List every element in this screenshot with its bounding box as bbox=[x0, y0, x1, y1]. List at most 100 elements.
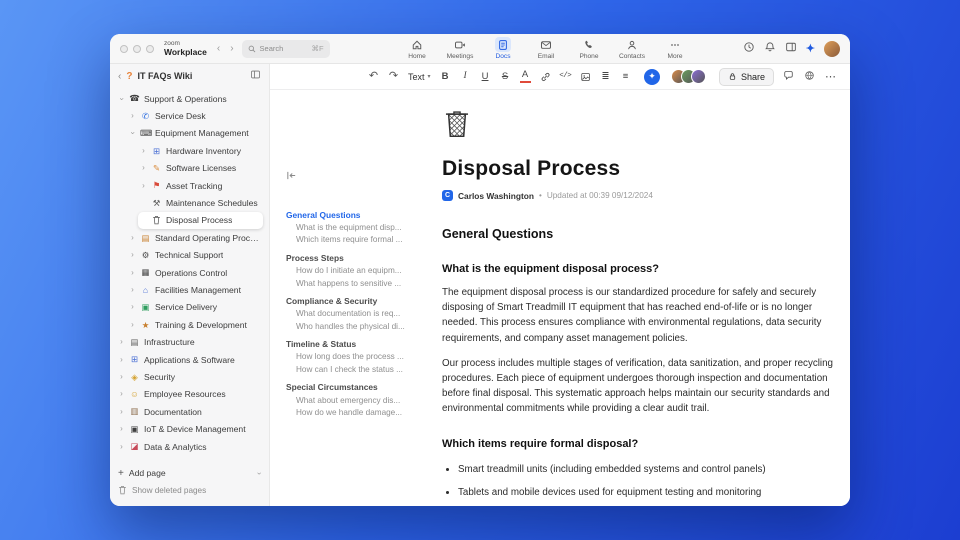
chevron-down-icon[interactable]: › bbox=[129, 130, 138, 137]
text-color-button[interactable]: A bbox=[519, 70, 531, 83]
nav-docs[interactable]: Docs bbox=[484, 37, 522, 60]
chevron-right-icon[interactable]: › bbox=[118, 355, 125, 364]
sidebar-item-facilities-management[interactable]: › ⌂ Facilities Management bbox=[127, 281, 263, 298]
chevron-right-icon[interactable]: › bbox=[129, 251, 136, 259]
comment-icon[interactable] bbox=[783, 70, 794, 84]
chevron-right-icon[interactable]: › bbox=[129, 303, 136, 311]
more-options-icon[interactable]: ⋯ bbox=[825, 70, 836, 83]
new-sparkle-icon[interactable]: ✦ bbox=[806, 42, 815, 55]
sidebar-item-operations-control[interactable]: › ▦ Operations Control bbox=[127, 264, 263, 281]
nav-home[interactable]: Home bbox=[398, 37, 436, 60]
chevron-right-icon[interactable]: › bbox=[118, 338, 125, 346]
chevron-right-icon[interactable]: › bbox=[118, 442, 125, 451]
sidebar-item-data-analytics[interactable]: › ◪ Data & Analytics bbox=[116, 438, 263, 455]
collapse-sidebar-icon[interactable] bbox=[250, 67, 261, 85]
code-icon[interactable]: </> bbox=[559, 72, 572, 81]
nav-email[interactable]: Email bbox=[527, 37, 565, 60]
link-icon[interactable] bbox=[540, 71, 551, 83]
add-page-button[interactable]: + Add page › bbox=[118, 464, 264, 482]
chevron-right-icon[interactable]: › bbox=[118, 425, 125, 433]
toc-item-which-items-require-formal[interactable]: Which items require formal ... bbox=[286, 234, 438, 247]
user-avatar[interactable] bbox=[824, 40, 840, 57]
undo-icon[interactable]: ↶ bbox=[368, 71, 379, 82]
sidebar-item-infrastructure[interactable]: › ▤ Infrastructure bbox=[116, 333, 263, 350]
underline-button[interactable]: U bbox=[480, 72, 491, 82]
chevron-down-icon[interactable]: › bbox=[255, 472, 264, 475]
toc-item-timeline-status[interactable]: Timeline & Status bbox=[286, 338, 438, 351]
strikethrough-button[interactable]: S bbox=[500, 72, 511, 82]
sidebar-item-maintenance-schedules[interactable]: ⚒ Maintenance Schedules bbox=[138, 194, 263, 211]
nav-more[interactable]: More bbox=[656, 37, 694, 60]
align-icon[interactable]: ≡ bbox=[620, 72, 631, 82]
sidebar-item-disposal-process[interactable]: Disposal Process bbox=[138, 211, 263, 230]
show-deleted-pages-button[interactable]: Show deleted pages bbox=[118, 482, 261, 498]
chevron-down-icon[interactable]: › bbox=[118, 95, 127, 102]
sidebar-item-service-desk[interactable]: › ✆ Service Desk bbox=[127, 107, 263, 124]
close-window-icon[interactable] bbox=[120, 44, 128, 53]
nav-contacts[interactable]: Contacts bbox=[613, 37, 651, 60]
toc-item-what-documentation-is-req[interactable]: What documentation is req... bbox=[286, 307, 438, 320]
chevron-right-icon[interactable]: › bbox=[140, 181, 147, 190]
sidebar-item-security[interactable]: › ◈ Security bbox=[116, 368, 263, 385]
toc-item-how-do-we-handle-damage[interactable]: How do we handle damage... bbox=[286, 406, 438, 419]
text-style-dropdown[interactable]: Text ▾ bbox=[408, 72, 431, 82]
sidebar-item-hardware-inventory[interactable]: › ⊞ Hardware Inventory bbox=[138, 142, 263, 159]
sidebar-item-service-delivery[interactable]: › ▣ Service Delivery bbox=[127, 299, 263, 316]
toc-item-special-circumstances[interactable]: Special Circumstances bbox=[286, 381, 438, 394]
toc-item-how-can-i-check-the-status[interactable]: How can I check the status ... bbox=[286, 363, 438, 376]
sidebar-item-support-operations[interactable]: › ☎ Support & Operations bbox=[116, 90, 263, 107]
sidebar-back-icon[interactable]: ‹ bbox=[118, 71, 121, 82]
sidebar-item-documentation[interactable]: › ▥ Documentation bbox=[116, 403, 263, 420]
toc-item-how-do-i-initiate-an-equipm[interactable]: How do I initiate an equipm... bbox=[286, 264, 438, 277]
back-icon[interactable]: ‹ bbox=[217, 43, 220, 54]
toc-item-what-is-the-equipment-disp[interactable]: What is the equipment disp... bbox=[286, 221, 438, 234]
nav-phone[interactable]: Phone bbox=[570, 37, 608, 60]
italic-button[interactable]: I bbox=[460, 71, 471, 82]
toc-item-how-long-does-the-process[interactable]: How long does the process ... bbox=[286, 351, 438, 364]
chevron-right-icon[interactable]: › bbox=[140, 146, 147, 155]
sidebar-item-software-licenses[interactable]: › ✎ Software Licenses bbox=[138, 160, 263, 177]
toc-item-who-handles-the-physical-di[interactable]: Who handles the physical di... bbox=[286, 320, 438, 333]
bullet-list-icon[interactable]: ≣ bbox=[600, 72, 611, 82]
sidebar-item-applications-software[interactable]: › ⊞ Applications & Software bbox=[116, 351, 263, 368]
sidebar-item-technical-support[interactable]: › ⚙ Technical Support bbox=[127, 247, 263, 264]
ai-companion-button[interactable]: ✦ bbox=[643, 68, 660, 85]
search-input[interactable]: Search ⌘F bbox=[241, 39, 330, 58]
image-icon[interactable] bbox=[580, 71, 591, 83]
toc-item-what-happens-to-sensitive[interactable]: What happens to sensitive ... bbox=[286, 277, 438, 290]
collapse-toc-icon[interactable] bbox=[286, 168, 438, 186]
nav-meetings[interactable]: Meetings bbox=[441, 37, 479, 60]
notifications-bell-icon[interactable] bbox=[764, 40, 776, 58]
maximize-window-icon[interactable] bbox=[146, 44, 154, 53]
chevron-right-icon[interactable]: › bbox=[118, 407, 125, 416]
collaborator-avatar[interactable] bbox=[690, 69, 706, 84]
sidebar-item-equipment-management[interactable]: › ⌨ Equipment Management bbox=[127, 125, 263, 142]
sidebar-item-asset-tracking[interactable]: › ⚑ Asset Tracking bbox=[138, 177, 263, 194]
share-button[interactable]: Share bbox=[718, 67, 774, 86]
sidebar-item-iot-device-management[interactable]: › ▣ IoT & Device Management bbox=[116, 420, 263, 437]
chevron-right-icon[interactable]: › bbox=[118, 372, 125, 381]
minimize-window-icon[interactable] bbox=[133, 44, 141, 53]
chevron-right-icon[interactable]: › bbox=[129, 233, 136, 242]
chevron-right-icon[interactable]: › bbox=[129, 268, 136, 277]
forward-icon[interactable]: › bbox=[230, 43, 233, 54]
sidebar-item-label: Training & Development bbox=[155, 319, 247, 330]
toc-item-general-questions[interactable]: General Questions bbox=[286, 208, 438, 221]
sidebar-item-training-development[interactable]: › ★ Training & Development bbox=[127, 316, 263, 333]
chevron-right-icon[interactable]: › bbox=[140, 164, 147, 172]
toc-item-what-about-emergency-dis[interactable]: What about emergency dis... bbox=[286, 394, 438, 407]
chevron-right-icon[interactable]: › bbox=[118, 390, 125, 398]
chevron-right-icon[interactable]: › bbox=[129, 112, 136, 120]
window-controls[interactable] bbox=[120, 44, 154, 53]
globe-icon[interactable] bbox=[804, 70, 815, 84]
toc-item-compliance-security[interactable]: Compliance & Security bbox=[286, 294, 438, 307]
bold-button[interactable]: B bbox=[440, 72, 451, 82]
chevron-right-icon[interactable]: › bbox=[129, 285, 136, 294]
toc-item-process-steps[interactable]: Process Steps bbox=[286, 251, 438, 264]
chevron-right-icon[interactable]: › bbox=[129, 320, 136, 329]
sidebar-item-standard-operating-procedures[interactable]: › ▤ Standard Operating Procedures bbox=[127, 229, 263, 246]
redo-icon[interactable]: ↷ bbox=[388, 71, 399, 82]
history-icon[interactable] bbox=[743, 40, 755, 58]
side-panel-icon[interactable] bbox=[785, 40, 797, 58]
sidebar-item-employee-resources[interactable]: › ☺ Employee Resources bbox=[116, 386, 263, 403]
